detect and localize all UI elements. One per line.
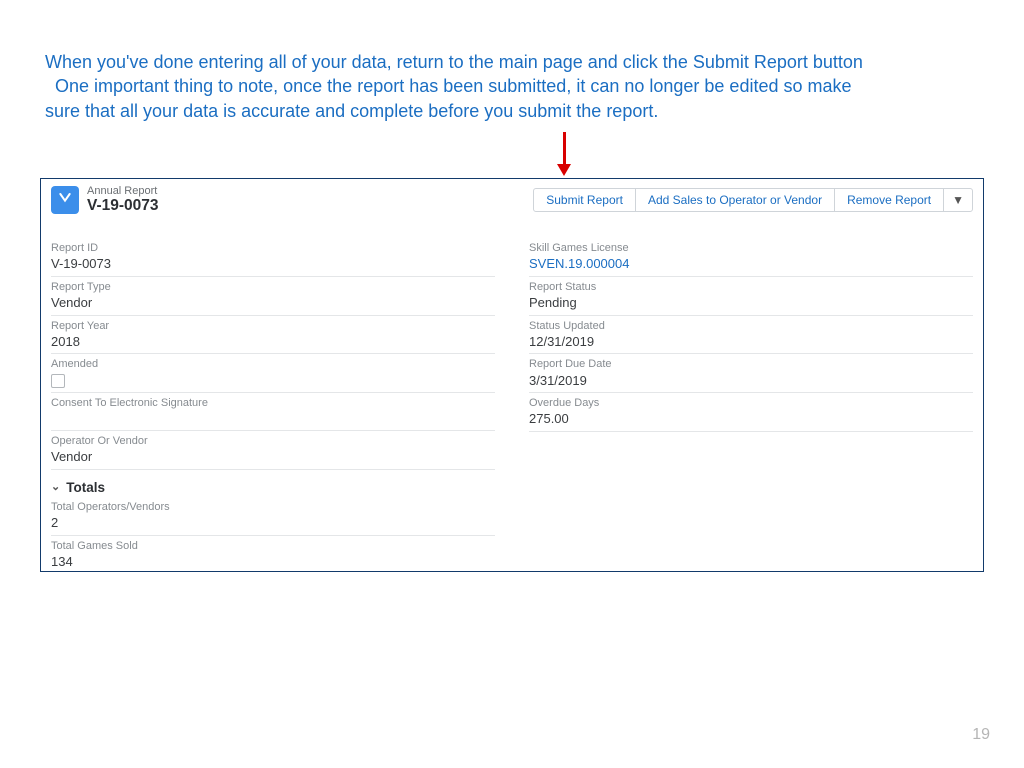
value-total-operators-vendors: 2 [51,514,495,532]
slide-page-number: 19 [972,726,990,744]
field-report-id: Report ID V-19-0073 [51,240,495,277]
arrow-line [563,132,566,164]
value-report-status: Pending [529,294,973,312]
instruction-line-1: When you've done entering all of your da… [45,50,975,74]
record-titles: Annual Report V-19-0073 [87,185,533,214]
instruction-line-2: One important thing to note, once the re… [45,74,975,98]
field-report-due-date: Report Due Date 3/31/2019 [529,356,973,393]
label-report-year: Report Year [51,320,495,333]
amended-checkbox[interactable] [51,374,65,388]
label-report-status: Report Status [529,281,973,294]
label-operator-or-vendor: Operator Or Vendor [51,435,495,448]
label-status-updated: Status Updated [529,320,973,333]
label-total-games-sold: Total Games Sold [51,540,495,553]
field-status-updated: Status Updated 12/31/2019 [529,318,973,355]
value-report-year: 2018 [51,333,495,351]
chevron-down-icon: ⌄ [51,480,60,493]
field-overdue-days: Overdue Days 275.00 [529,395,973,432]
value-skill-games-license[interactable]: SVEN.19.000004 [529,255,973,273]
record-type-label: Annual Report [87,185,533,197]
value-report-type: Vendor [51,294,495,312]
value-amended [51,372,495,390]
value-overdue-days: 275.00 [529,410,973,428]
left-column: Report ID V-19-0073 Report Type Vendor R… [51,240,495,572]
record-body: Report ID V-19-0073 Report Type Vendor R… [41,216,983,572]
field-total-operators-vendors: Total Operators/Vendors 2 [51,499,495,536]
field-operator-or-vendor: Operator Or Vendor Vendor [51,433,495,470]
more-actions-button[interactable]: ▼ [943,188,973,212]
field-consent: Consent To Electronic Signature [51,395,495,431]
chevron-down-icon: ▼ [952,193,964,207]
field-report-type: Report Type Vendor [51,279,495,316]
field-report-status: Report Status Pending [529,279,973,316]
totals-section-header[interactable]: ⌄ Totals [51,472,495,499]
annual-report-icon [51,186,79,214]
field-amended: Amended [51,356,495,393]
label-overdue-days: Overdue Days [529,397,973,410]
value-report-id: V-19-0073 [51,255,495,273]
submit-report-button[interactable]: Submit Report [533,188,636,212]
two-column-layout: Report ID V-19-0073 Report Type Vendor R… [51,240,973,572]
action-button-row: Submit Report Add Sales to Operator or V… [533,188,973,212]
label-skill-games-license: Skill Games License [529,242,973,255]
label-report-id: Report ID [51,242,495,255]
right-column: Skill Games License SVEN.19.000004 Repor… [529,240,973,572]
field-report-year: Report Year 2018 [51,318,495,355]
instruction-text: When you've done entering all of your da… [45,50,975,123]
record-panel: Annual Report V-19-0073 Submit Report Ad… [40,178,984,572]
label-amended: Amended [51,358,495,371]
add-sales-button[interactable]: Add Sales to Operator or Vendor [635,188,835,212]
remove-report-button[interactable]: Remove Report [834,188,944,212]
value-report-due-date: 3/31/2019 [529,372,973,390]
label-consent: Consent To Electronic Signature [51,397,495,410]
field-total-games-sold: Total Games Sold 134 [51,538,495,572]
panel-header: Annual Report V-19-0073 Submit Report Ad… [41,179,983,216]
label-report-type: Report Type [51,281,495,294]
arrow-head-icon [557,164,571,176]
arrow-annotation [555,132,573,178]
value-consent [51,410,495,427]
label-total-operators-vendors: Total Operators/Vendors [51,501,495,514]
value-total-games-sold: 134 [51,553,495,571]
totals-heading-text: Totals [66,480,105,495]
instruction-line-3: sure that all your data is accurate and … [45,99,975,123]
field-skill-games-license: Skill Games License SVEN.19.000004 [529,240,973,277]
value-status-updated: 12/31/2019 [529,333,973,351]
value-operator-or-vendor: Vendor [51,448,495,466]
record-name: V-19-0073 [87,197,533,214]
label-report-due-date: Report Due Date [529,358,973,371]
